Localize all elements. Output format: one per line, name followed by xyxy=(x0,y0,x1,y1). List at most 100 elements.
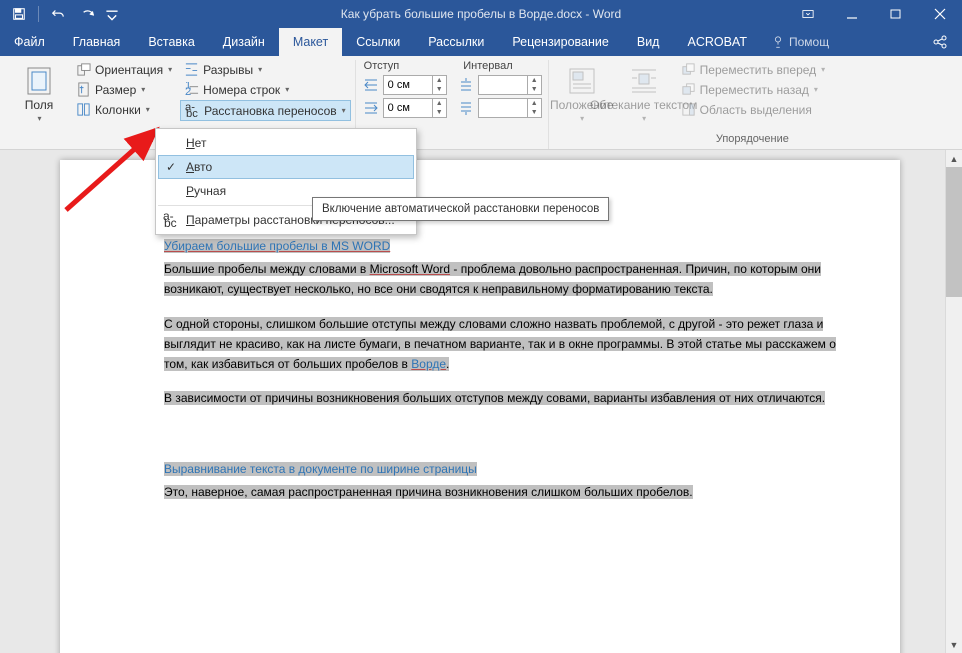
spacing-after-spinner[interactable]: ▲▼ xyxy=(478,98,542,118)
position-button[interactable]: Положение▾ xyxy=(553,60,611,128)
margins-label: Поля xyxy=(25,98,54,112)
tab-acrobat[interactable]: ACROBAT xyxy=(673,28,761,56)
paragraph[interactable]: С одной стороны, слишком большие отступы… xyxy=(164,314,860,375)
spin-up[interactable]: ▲ xyxy=(433,76,446,85)
heading-2[interactable]: Выравнивание текста в документе по ширин… xyxy=(164,457,860,478)
spacing-before-input[interactable] xyxy=(479,79,527,91)
window-controls xyxy=(786,0,962,28)
check-icon: ✓ xyxy=(166,160,176,174)
minimize-button[interactable] xyxy=(830,0,874,28)
wrap-icon xyxy=(629,66,659,96)
spacing-after-input[interactable] xyxy=(479,102,527,114)
save-button[interactable] xyxy=(6,3,32,25)
spacing-after-icon xyxy=(457,99,475,117)
spacing-before-spinner[interactable]: ▲▼ xyxy=(478,75,542,95)
ribbon-display-button[interactable] xyxy=(786,0,830,28)
paragraph[interactable]: Это, наверное, самая распространенная пр… xyxy=(164,482,860,502)
spin-up[interactable]: ▲ xyxy=(433,99,446,108)
indent-left-icon xyxy=(362,76,380,94)
selection-pane-label: Область выделения xyxy=(700,103,812,117)
paragraph[interactable]: Большие пробелы между словами в Microsof… xyxy=(164,259,860,300)
hyphenation-label: Расстановка переносов xyxy=(204,104,337,118)
hyphenation-button[interactable]: a-bcРасстановка переносов▾ xyxy=(180,100,351,121)
tab-insert[interactable]: Вставка xyxy=(134,28,208,56)
hyphenation-icon: a-bc xyxy=(185,103,200,118)
svg-text:bc: bc xyxy=(164,216,177,228)
size-label: Размер xyxy=(95,83,136,97)
margins-button[interactable]: Поля▾ xyxy=(10,60,68,128)
indent-right-input[interactable] xyxy=(384,102,432,114)
maximize-button[interactable] xyxy=(874,0,918,28)
indent-heading: Отступ xyxy=(364,60,400,72)
columns-icon xyxy=(76,102,91,117)
spin-down[interactable]: ▼ xyxy=(433,108,446,117)
breaks-button[interactable]: Разрывы▾ xyxy=(180,60,351,79)
breaks-label: Разрывы xyxy=(203,63,253,77)
paragraph[interactable]: В зависимости от причины возникновения б… xyxy=(164,388,860,408)
tab-mailings[interactable]: Рассылки xyxy=(414,28,498,56)
size-icon xyxy=(76,82,91,97)
spin-down[interactable]: ▼ xyxy=(528,85,541,94)
margins-icon xyxy=(24,66,54,96)
svg-text:bc: bc xyxy=(186,108,198,118)
tell-me-label: Помощ xyxy=(789,35,829,49)
tab-layout[interactable]: Макет xyxy=(279,28,342,56)
share-button[interactable] xyxy=(918,28,962,56)
hyphenation-options-icon: a-bc xyxy=(163,212,179,228)
tab-file[interactable]: Файл xyxy=(0,28,59,56)
bring-forward-button[interactable]: Переместить вперед▾ xyxy=(677,60,830,79)
columns-button[interactable]: Колонки▾ xyxy=(72,100,176,119)
tab-references[interactable]: Ссылки xyxy=(342,28,414,56)
indent-left-spinner[interactable]: ▲▼ xyxy=(383,75,447,95)
vertical-scrollbar[interactable]: ▲ ▼ xyxy=(945,150,962,653)
line-numbers-button[interactable]: 12Номера строк▾ xyxy=(180,80,351,99)
indent-right-spinner[interactable]: ▲▼ xyxy=(383,98,447,118)
tab-review[interactable]: Рецензирование xyxy=(498,28,623,56)
position-icon xyxy=(567,66,597,96)
size-button[interactable]: Размер▾ xyxy=(72,80,176,99)
line-numbers-icon: 12 xyxy=(184,82,199,97)
paragraph[interactable] xyxy=(164,423,860,443)
spin-down[interactable]: ▼ xyxy=(433,85,446,94)
title-bar: Как убрать большие пробелы в Ворде.docx … xyxy=(0,0,962,28)
scroll-track[interactable] xyxy=(946,167,962,636)
orientation-button[interactable]: Ориентация▾ xyxy=(72,60,176,79)
ribbon: Поля▾ Ориентация▾ Размер▾ Колонки▾ Разры… xyxy=(0,56,962,150)
separator xyxy=(38,6,39,22)
wrap-text-button[interactable]: Обтекание текстом▾ xyxy=(615,60,673,128)
breaks-icon xyxy=(184,62,199,77)
selection-pane-button[interactable]: Область выделения xyxy=(677,100,830,119)
document-area: Убираем большие пробелы в MS WORD Больши… xyxy=(0,150,962,653)
tooltip: Включение автоматической расстановки пер… xyxy=(312,197,609,221)
indent-right-icon xyxy=(362,99,380,117)
hyphenation-none[interactable]: Нет xyxy=(158,131,414,155)
tab-home[interactable]: Главная xyxy=(59,28,135,56)
spin-up[interactable]: ▲ xyxy=(528,76,541,85)
spin-down[interactable]: ▼ xyxy=(528,108,541,117)
hyphenation-auto[interactable]: ✓Авто xyxy=(158,155,414,179)
group-label-arrange: Упорядочение xyxy=(553,131,952,149)
close-button[interactable] xyxy=(918,0,962,28)
send-backward-icon xyxy=(681,82,696,97)
selection-pane-icon xyxy=(681,102,696,117)
tab-design[interactable]: Дизайн xyxy=(209,28,279,56)
tell-me[interactable]: Помощ xyxy=(761,28,839,56)
redo-button[interactable] xyxy=(75,3,101,25)
bring-forward-label: Переместить вперед xyxy=(700,63,816,77)
spacing-before-icon xyxy=(457,76,475,94)
spin-up[interactable]: ▲ xyxy=(528,99,541,108)
bring-forward-icon xyxy=(681,62,696,77)
send-backward-label: Переместить назад xyxy=(700,83,809,97)
scroll-up-button[interactable]: ▲ xyxy=(946,150,962,167)
scroll-down-button[interactable]: ▼ xyxy=(946,636,962,653)
send-backward-button[interactable]: Переместить назад▾ xyxy=(677,80,830,99)
indent-left-input[interactable] xyxy=(384,79,432,91)
undo-button[interactable] xyxy=(45,3,71,25)
tab-view[interactable]: Вид xyxy=(623,28,674,56)
document-title: Как убрать большие пробелы в Ворде.docx … xyxy=(341,7,621,21)
heading-1[interactable]: Убираем большие пробелы в MS WORD xyxy=(164,234,860,255)
scroll-thumb[interactable] xyxy=(946,167,962,297)
spacing-heading: Интервал xyxy=(463,60,512,72)
ribbon-tabs: Файл Главная Вставка Дизайн Макет Ссылки… xyxy=(0,28,962,56)
qat-customize-button[interactable] xyxy=(105,3,119,25)
